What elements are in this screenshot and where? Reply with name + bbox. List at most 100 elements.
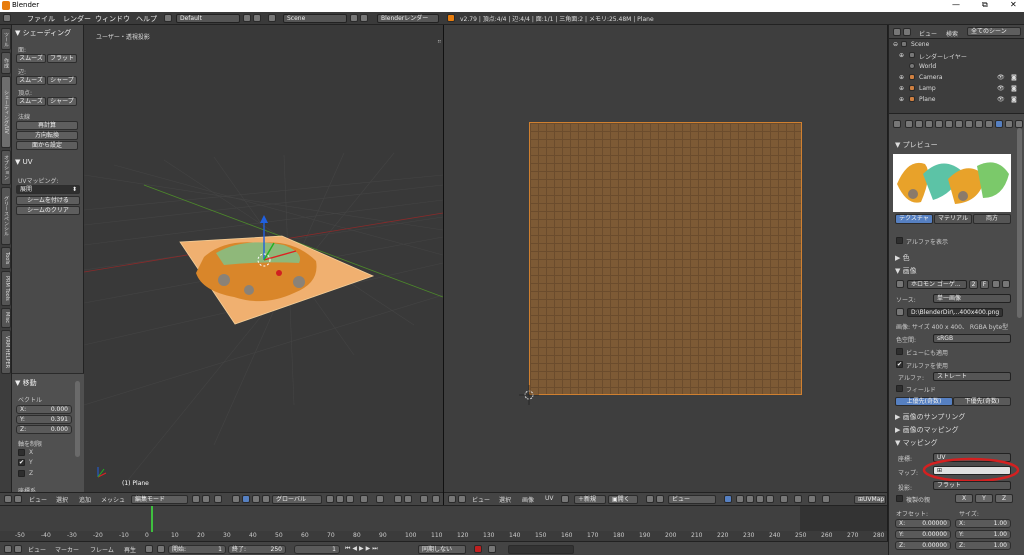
end-frame-field[interactable]: 終了: 250 — [228, 545, 286, 554]
outliner-menu-search[interactable]: 検索 — [946, 29, 958, 38]
timeline-area[interactable]: -50 -40 -30 -20 -10 0 10 20 30 40 50 60 70 80 90 100 110… — [0, 505, 887, 541]
record-icon[interactable] — [474, 545, 482, 553]
colorspace-select[interactable]: sRGB — [933, 334, 1011, 343]
face-smooth-button[interactable]: スムーズ — [16, 54, 46, 63]
move-panel-header[interactable]: ▼ 移動 — [15, 378, 37, 388]
offset-y-field[interactable]: Y: 0.00000 — [895, 530, 951, 539]
expand-icon[interactable]: ⊕ — [899, 96, 904, 103]
sync-mode-select[interactable]: 同期しない — [418, 545, 466, 554]
sync-select-icon[interactable] — [724, 495, 732, 503]
proportional-icon[interactable] — [376, 495, 384, 503]
properties-editor-icon[interactable] — [893, 120, 901, 128]
tab-grease-pencil[interactable]: グリースペンシル — [1, 187, 11, 245]
keying-set-field[interactable] — [508, 545, 574, 554]
constraint-y-checkbox[interactable]: ✔ — [18, 459, 25, 466]
tab-tools-en[interactable]: Tools — [1, 247, 11, 269]
scene-icon[interactable] — [268, 14, 276, 22]
view-as-render-checkbox[interactable] — [896, 348, 903, 355]
modifiers-tab-icon[interactable] — [965, 120, 973, 128]
constraints-tab-icon[interactable] — [955, 120, 963, 128]
timeline-pin-icon[interactable] — [145, 545, 153, 553]
show-alpha-checkbox[interactable] — [896, 237, 903, 244]
minimize-button[interactable]: — — [952, 0, 960, 9]
timeline-editor-icon[interactable] — [4, 545, 12, 553]
menu-toggle-icon[interactable] — [14, 495, 22, 503]
from-dupli-checkbox[interactable] — [896, 495, 903, 502]
use-alpha-checkbox[interactable]: ✔ — [896, 361, 903, 368]
outliner-row-render-layers[interactable]: ⊕ レンダーレイヤー — [889, 52, 1024, 62]
offset-x-field[interactable]: X: 0.00000 — [895, 519, 951, 528]
edge-smooth-button[interactable]: スムーズ — [16, 76, 46, 85]
menu-window[interactable]: ウィンドウ — [95, 14, 130, 24]
outliner-row-lamp[interactable]: ⊕ Lamp 👁 ◙ — [889, 85, 1024, 95]
menu-render[interactable]: レンダー — [63, 14, 91, 24]
render-camera-icon[interactable]: ◙ — [1011, 74, 1017, 81]
rotate-icon[interactable] — [252, 495, 260, 503]
offset-z-field[interactable]: Z: 0.00000 — [895, 541, 951, 550]
uv-proportional-icon[interactable] — [794, 495, 802, 503]
uv-snap-icon[interactable] — [808, 495, 816, 503]
pin-icon[interactable] — [646, 495, 654, 503]
screen-layout-field[interactable]: Default — [176, 14, 240, 23]
move-x-field[interactable]: X: 0.000 — [16, 405, 72, 414]
edge-sharp-button[interactable]: シャープ — [47, 76, 77, 85]
map-y-select[interactable]: Y — [975, 494, 993, 503]
menu-file[interactable]: ファイル — [27, 14, 55, 24]
visibility-eye-icon[interactable]: 👁 — [997, 96, 1005, 103]
image-panel-header[interactable]: ▼ 画像 — [895, 266, 917, 276]
uvmap-select[interactable]: ⊞UVMap — [854, 495, 886, 504]
world-tab-icon[interactable] — [935, 120, 943, 128]
image-users-button[interactable]: 2 — [969, 280, 978, 289]
move-z-field[interactable]: Z: 0.000 — [16, 425, 72, 434]
viewport-3d[interactable]: ユーザー・透視投影 (1) Plane — [84, 25, 443, 492]
physics-tab-icon[interactable] — [1015, 120, 1023, 128]
timeline-track[interactable] — [0, 506, 887, 531]
menu-add[interactable]: 追加 — [79, 495, 91, 504]
outliner-row-world[interactable]: World — [889, 63, 1024, 73]
current-frame-indicator[interactable] — [151, 506, 153, 532]
open-image-button[interactable]: ▣開く — [608, 495, 638, 504]
visibility-eye-icon[interactable]: 👁 — [997, 85, 1005, 92]
uv-editor-type-icon[interactable] — [448, 495, 456, 503]
area-join-icon[interactable]: ⠶ — [437, 38, 441, 45]
orientation-select[interactable]: グローバル — [272, 495, 322, 504]
material-tab-icon[interactable] — [985, 120, 993, 128]
unwrap-menu[interactable]: 展開 ⬍ — [16, 185, 80, 194]
material-tab[interactable]: マテリアル — [934, 214, 972, 224]
uv-panel-header[interactable]: ▼ UV — [15, 158, 33, 166]
uv-image-area[interactable] — [529, 122, 802, 395]
particles-tab-icon[interactable] — [1005, 120, 1013, 128]
fake-user-button[interactable]: F — [980, 280, 989, 289]
image-name-field[interactable]: ホロモン ゴーゲ... — [907, 280, 967, 289]
vertex-sharp-button[interactable]: シャープ — [47, 97, 77, 106]
tab-shading-uv[interactable]: シェーディング/UV — [1, 76, 11, 148]
shading-panel-header[interactable]: ▼ シェーディング — [15, 28, 71, 38]
constraint-z-checkbox[interactable] — [18, 470, 25, 477]
timeline-menu-view[interactable]: ビュー — [28, 545, 46, 554]
render-icon[interactable] — [420, 495, 428, 503]
menu-help[interactable]: ヘルプ — [136, 14, 157, 24]
uv-editor[interactable]: ⠶ — [437, 25, 887, 492]
outliner-row-plane[interactable]: ⊕ Plane 👁 ◙ — [889, 96, 1024, 106]
new-image-icon[interactable] — [992, 280, 1000, 288]
outliner-editor-icon[interactable] — [893, 28, 901, 36]
timeline-menu-frame[interactable]: フレーム — [90, 545, 114, 554]
upper-first-button[interactable]: 上優先(奇数) — [895, 397, 953, 406]
uv-menu-select[interactable]: 選択 — [499, 495, 511, 504]
menu-view[interactable]: ビュー — [29, 495, 47, 504]
add-screen-icon[interactable] — [243, 14, 251, 22]
texture-tab-icon[interactable] — [995, 120, 1003, 128]
outliner-menu-icon[interactable] — [903, 28, 911, 36]
scene-tab-icon[interactable] — [925, 120, 933, 128]
current-frame-field[interactable]: 1 — [294, 545, 340, 554]
alpha-mode-select[interactable]: ストレート — [933, 372, 1011, 381]
recalc-normals-button[interactable]: 再計算 — [16, 121, 78, 130]
new-image-button[interactable]: ＋新規 — [574, 495, 606, 504]
render-camera-icon[interactable]: ◙ — [1011, 96, 1017, 103]
toolshelf-scrollbar[interactable] — [75, 381, 80, 457]
projection-select[interactable]: フラット — [933, 481, 1011, 490]
unlink-image-icon[interactable] — [1002, 280, 1010, 288]
translate-active-icon[interactable] — [242, 495, 250, 503]
fields-checkbox[interactable] — [896, 385, 903, 392]
translate-icon[interactable] — [232, 495, 240, 503]
